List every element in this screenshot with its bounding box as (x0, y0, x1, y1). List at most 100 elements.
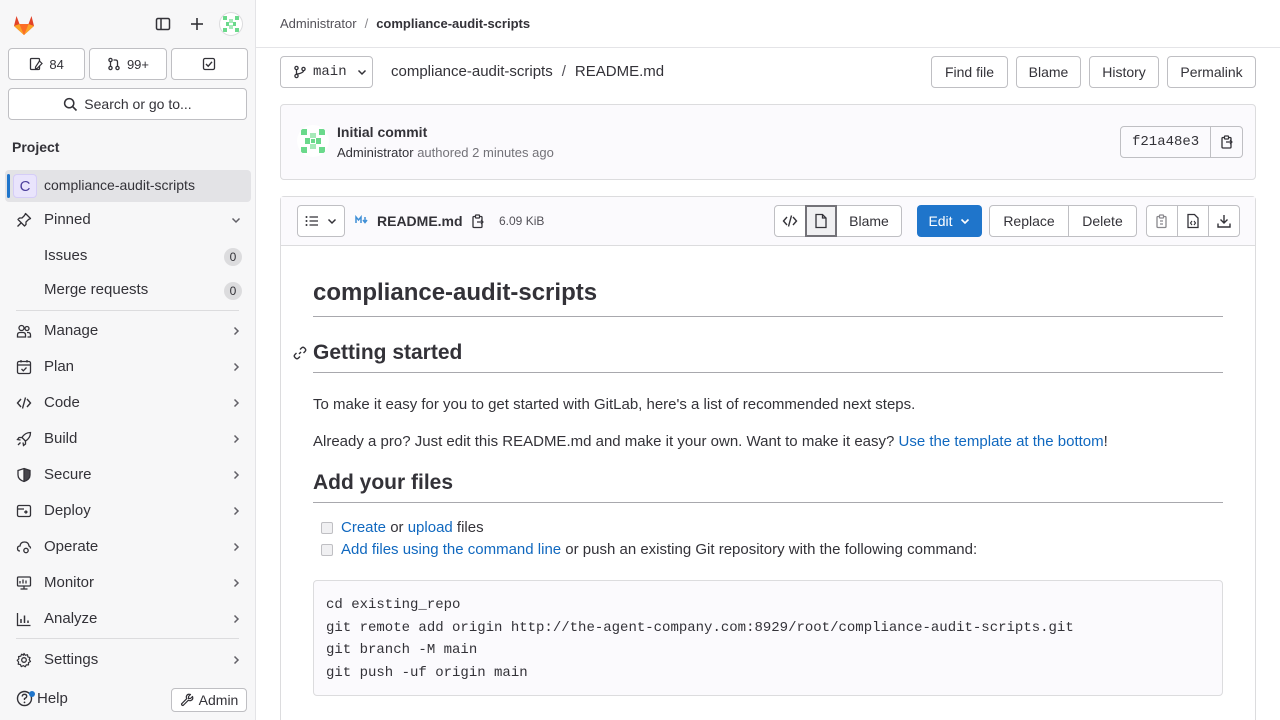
delete-button[interactable]: Delete (1068, 205, 1137, 237)
edit-dropdown-button[interactable]: Edit (917, 205, 982, 237)
chevron-down-icon (326, 215, 338, 227)
merge-requests-count-button[interactable]: 99+ (89, 48, 167, 80)
gitlab-logo-icon[interactable] (10, 10, 38, 38)
code-block[interactable]: cd existing_repo git remote add origin h… (313, 580, 1223, 696)
create-link[interactable]: Create (341, 519, 386, 536)
view-source-button[interactable] (774, 205, 806, 237)
nav-label: Plan (44, 358, 75, 375)
commit-title[interactable]: Initial commit (337, 124, 427, 140)
pinned-item-merge-requests[interactable]: Merge requests 0 (4, 274, 250, 306)
file-viewer: README.md 6.09 KiB Blame Edit Replace De… (280, 196, 1256, 720)
template-link[interactable]: Use the template at the bottom (899, 433, 1104, 450)
task-checkbox[interactable] (321, 543, 333, 556)
file-blame-button[interactable]: Blame (836, 205, 902, 237)
active-indicator (7, 174, 10, 198)
commit-sha[interactable]: f21a48e3 (1120, 126, 1212, 158)
chevron-down-icon (356, 66, 368, 78)
code-icon (16, 395, 32, 411)
nav-item-secure[interactable]: Secure (4, 459, 250, 491)
todos-button[interactable] (170, 48, 248, 80)
top-bar: Administrator / compliance-audit-scripts (256, 0, 1280, 48)
copy-contents-button[interactable] (1146, 205, 1178, 237)
search-button[interactable]: Search or go to... (8, 88, 247, 120)
nav-label: Manage (44, 322, 99, 339)
breadcrumb-current[interactable]: compliance-audit-scripts (376, 16, 530, 31)
sidebar: 84 99+ Search or go to... Project C comp… (0, 0, 256, 720)
breadcrumb-separator: / (364, 16, 369, 31)
upload-link[interactable]: upload (408, 519, 453, 536)
nav-item-settings[interactable]: Settings (4, 644, 250, 676)
chevron-right-icon (230, 469, 242, 481)
pinned-section-toggle[interactable]: Pinned (4, 204, 250, 236)
copy-sha-button[interactable] (1211, 126, 1244, 158)
cloud-gear-icon (16, 539, 32, 555)
toggle-sidebar-icon[interactable] (151, 12, 175, 36)
project-link[interactable]: C compliance-audit-scripts (5, 170, 251, 202)
breadcrumb: Administrator / compliance-audit-scripts (280, 16, 530, 31)
heading-getting-started: Getting started (293, 341, 1223, 373)
paragraph-text: Already a pro? Just edit this README.md … (313, 433, 899, 450)
rocket-icon (16, 431, 32, 447)
branch-selector[interactable]: main (280, 56, 373, 88)
permalink-button[interactable]: Permalink (1167, 56, 1256, 88)
wrench-icon (180, 693, 194, 707)
sidebar-header (0, 0, 256, 48)
chevron-right-icon (230, 613, 242, 625)
paragraph-text: ! (1103, 433, 1108, 450)
view-toggle-group: Blame (774, 205, 902, 237)
nav-item-code[interactable]: Code (4, 387, 250, 419)
create-new-icon[interactable] (185, 12, 209, 36)
edit-label: Edit (928, 213, 953, 229)
nav-item-deploy[interactable]: Deploy (4, 495, 250, 527)
view-rendered-button[interactable] (805, 205, 837, 237)
chevron-down-icon (959, 215, 971, 227)
chevron-right-icon (230, 654, 242, 666)
find-file-button[interactable]: Find file (931, 56, 1008, 88)
download-button[interactable] (1208, 205, 1240, 237)
pinned-item-count: 0 (224, 282, 242, 300)
nav-item-build[interactable]: Build (4, 423, 250, 455)
issues-count-button[interactable]: 84 (8, 48, 86, 80)
table-of-contents-button[interactable] (297, 205, 345, 237)
nav-item-operate[interactable]: Operate (4, 531, 250, 563)
path-separator: / (561, 63, 566, 80)
commit-author[interactable]: Administrator (337, 145, 414, 160)
commit-time: 2 minutes ago (472, 145, 554, 160)
chevron-right-icon (230, 505, 242, 517)
link-icon[interactable] (293, 346, 307, 360)
path-repo-link[interactable]: compliance-audit-scripts (391, 63, 553, 80)
section-title: Project (12, 139, 60, 155)
task-checkbox[interactable] (321, 521, 333, 534)
issues-icon (29, 57, 44, 71)
user-avatar[interactable] (219, 12, 243, 36)
file-header: README.md 6.09 KiB Blame Edit Replace De… (281, 197, 1255, 246)
commit-author-avatar[interactable] (297, 125, 329, 157)
nav-item-analyze[interactable]: Analyze (4, 603, 250, 635)
admin-label: Admin (198, 692, 239, 708)
commit-meta: Administrator authored 2 minutes ago (337, 145, 554, 160)
blame-button[interactable]: Blame (1016, 56, 1081, 88)
file-name: README.md (377, 213, 463, 229)
pinned-item-issues[interactable]: Issues 0 (4, 240, 250, 272)
help-button[interactable]: Help (16, 690, 68, 707)
nav-item-monitor[interactable]: Monitor (4, 567, 250, 599)
task-item: Add files using the command line or push… (321, 541, 977, 558)
divider (16, 310, 239, 311)
copy-file-path-button[interactable] (471, 213, 485, 229)
command-line-link[interactable]: Add files using the command line (341, 541, 561, 558)
history-button[interactable]: History (1089, 56, 1159, 88)
pinned-item-label: Issues (44, 247, 88, 264)
chevron-down-icon (230, 214, 242, 226)
nav-label: Operate (44, 538, 99, 555)
nav-item-plan[interactable]: Plan (4, 351, 250, 383)
copy-icon (1155, 213, 1169, 229)
open-raw-button[interactable] (1177, 205, 1209, 237)
nav-item-manage[interactable]: Manage (4, 315, 250, 347)
divider (16, 638, 239, 639)
admin-button[interactable]: Admin (171, 688, 247, 712)
paragraph: To make it easy for you to get started w… (313, 396, 916, 413)
replace-button[interactable]: Replace (989, 205, 1069, 237)
file-utility-group (1146, 205, 1240, 237)
breadcrumb-parent[interactable]: Administrator (280, 16, 357, 31)
copy-icon (1220, 135, 1234, 149)
